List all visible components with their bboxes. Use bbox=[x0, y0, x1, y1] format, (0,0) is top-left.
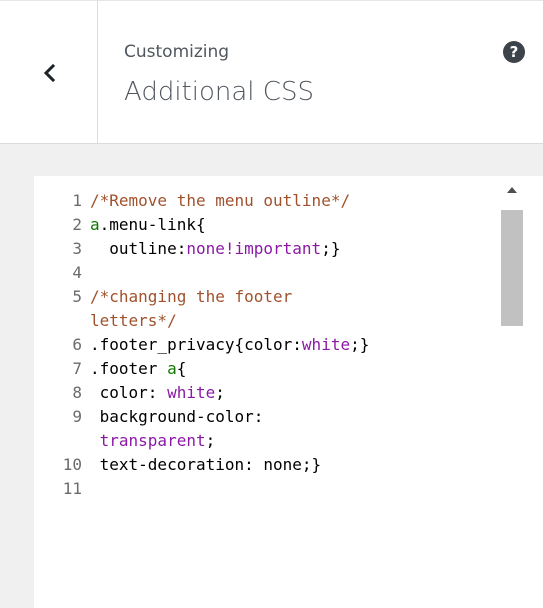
code-token-plain: .menu-link{ bbox=[99, 215, 206, 234]
code-token-comment: /*Remove the menu outline*/ bbox=[90, 191, 351, 210]
code-token-plain: outline: bbox=[90, 239, 187, 258]
code-line[interactable]: 4 bbox=[34, 261, 494, 285]
line-number bbox=[34, 429, 90, 453]
line-number: 1 bbox=[72, 191, 82, 210]
scroll-thumb[interactable] bbox=[501, 210, 523, 326]
code-token-atom: transparent bbox=[90, 431, 206, 450]
line-number: 8 bbox=[72, 383, 82, 402]
code-line[interactable]: 11 bbox=[34, 477, 494, 501]
code-token-plain: text-decoration: none;} bbox=[90, 455, 322, 474]
code-line[interactable]: letters*/ bbox=[34, 309, 494, 333]
code-token-atom: white bbox=[301, 335, 351, 354]
code-token-atom: white bbox=[167, 383, 216, 402]
line-number: 4 bbox=[72, 263, 82, 282]
line-number: 2 bbox=[72, 215, 82, 234]
code-line[interactable]: 2 a.menu-link{ bbox=[34, 213, 494, 237]
code-line[interactable]: 3 outline:none!important;} bbox=[34, 237, 494, 261]
code-token-plain: ; bbox=[215, 383, 225, 402]
line-text[interactable]: text-decoration: none;} bbox=[90, 453, 494, 477]
section-subtitle: Customizing bbox=[124, 42, 230, 62]
scroll-up-arrow-icon[interactable] bbox=[499, 184, 525, 200]
code-line[interactable]: 10 text-decoration: none;} bbox=[34, 453, 494, 477]
code-token-plain: ;} bbox=[350, 335, 370, 354]
section-title: Additional CSS bbox=[124, 77, 314, 107]
line-text[interactable]: outline:none!important;} bbox=[90, 237, 494, 261]
code-token-comment: letters*/ bbox=[90, 311, 177, 330]
line-number: 3 bbox=[72, 239, 82, 258]
code-token-plain: color: bbox=[90, 383, 168, 402]
help-icon[interactable]: ? bbox=[503, 41, 525, 63]
section-title-group: Customizing Additional CSS bbox=[124, 41, 314, 109]
line-number: 9 bbox=[72, 407, 82, 426]
line-text[interactable] bbox=[90, 261, 494, 285]
code-line[interactable]: 6 .footer_privacy{color:white;} bbox=[34, 333, 494, 357]
line-text[interactable]: transparent; bbox=[90, 429, 494, 453]
code-token-atom: none!important bbox=[186, 239, 322, 258]
code-line[interactable]: 8 color: white; bbox=[34, 381, 494, 405]
chevron-left-icon bbox=[43, 63, 55, 82]
code-token-plain: .footer_privacy{color: bbox=[90, 335, 302, 354]
code-area[interactable]: 1/*Remove the menu outline*/2 a.menu-link… bbox=[34, 189, 494, 501]
code-line[interactable]: 1 /*Remove the menu outline*/ bbox=[34, 189, 494, 213]
line-number: 6 bbox=[72, 335, 82, 354]
code-token-plain: ; bbox=[205, 431, 216, 450]
line-text[interactable]: .footer a{ bbox=[90, 357, 494, 381]
line-text[interactable]: letters*/ bbox=[90, 309, 494, 333]
code-line[interactable]: 5 /*changing the footer bbox=[34, 285, 494, 309]
line-text[interactable]: color: white; bbox=[90, 381, 494, 405]
code-line[interactable]: 7 .footer a{ bbox=[34, 357, 494, 381]
code-token-comment: /*changing the footer bbox=[90, 287, 293, 306]
line-text[interactable]: .footer_privacy{color:white;} bbox=[90, 333, 494, 357]
code-line[interactable]: transparent; bbox=[34, 429, 494, 453]
customizer-header: Customizing Additional CSS ? bbox=[0, 0, 543, 144]
line-text[interactable] bbox=[90, 477, 494, 501]
code-token-tag: a bbox=[167, 359, 177, 378]
code-token-plain: { bbox=[176, 359, 187, 378]
code-token-plain: ;} bbox=[321, 239, 341, 258]
line-number bbox=[34, 309, 90, 333]
line-text[interactable]: a.menu-link{ bbox=[90, 213, 494, 237]
editor-scrollbar[interactable] bbox=[499, 176, 525, 608]
code-token-tag: a bbox=[90, 215, 100, 234]
back-button[interactable] bbox=[0, 1, 98, 144]
line-number: 11 bbox=[62, 479, 82, 498]
line-text[interactable]: /*Remove the menu outline*/ bbox=[90, 189, 494, 213]
code-token-plain: background-color: bbox=[90, 407, 264, 426]
line-number: 10 bbox=[62, 455, 82, 474]
code-token-plain: .footer bbox=[90, 359, 168, 378]
css-code-editor[interactable]: 1/*Remove the menu outline*/2 a.menu-link… bbox=[34, 176, 543, 608]
line-text[interactable]: /*changing the footer bbox=[90, 285, 494, 309]
code-line[interactable]: 9 background-color: bbox=[34, 405, 494, 429]
line-text[interactable]: background-color: bbox=[90, 405, 494, 429]
line-number: 7 bbox=[72, 359, 82, 378]
line-number: 5 bbox=[72, 287, 82, 306]
